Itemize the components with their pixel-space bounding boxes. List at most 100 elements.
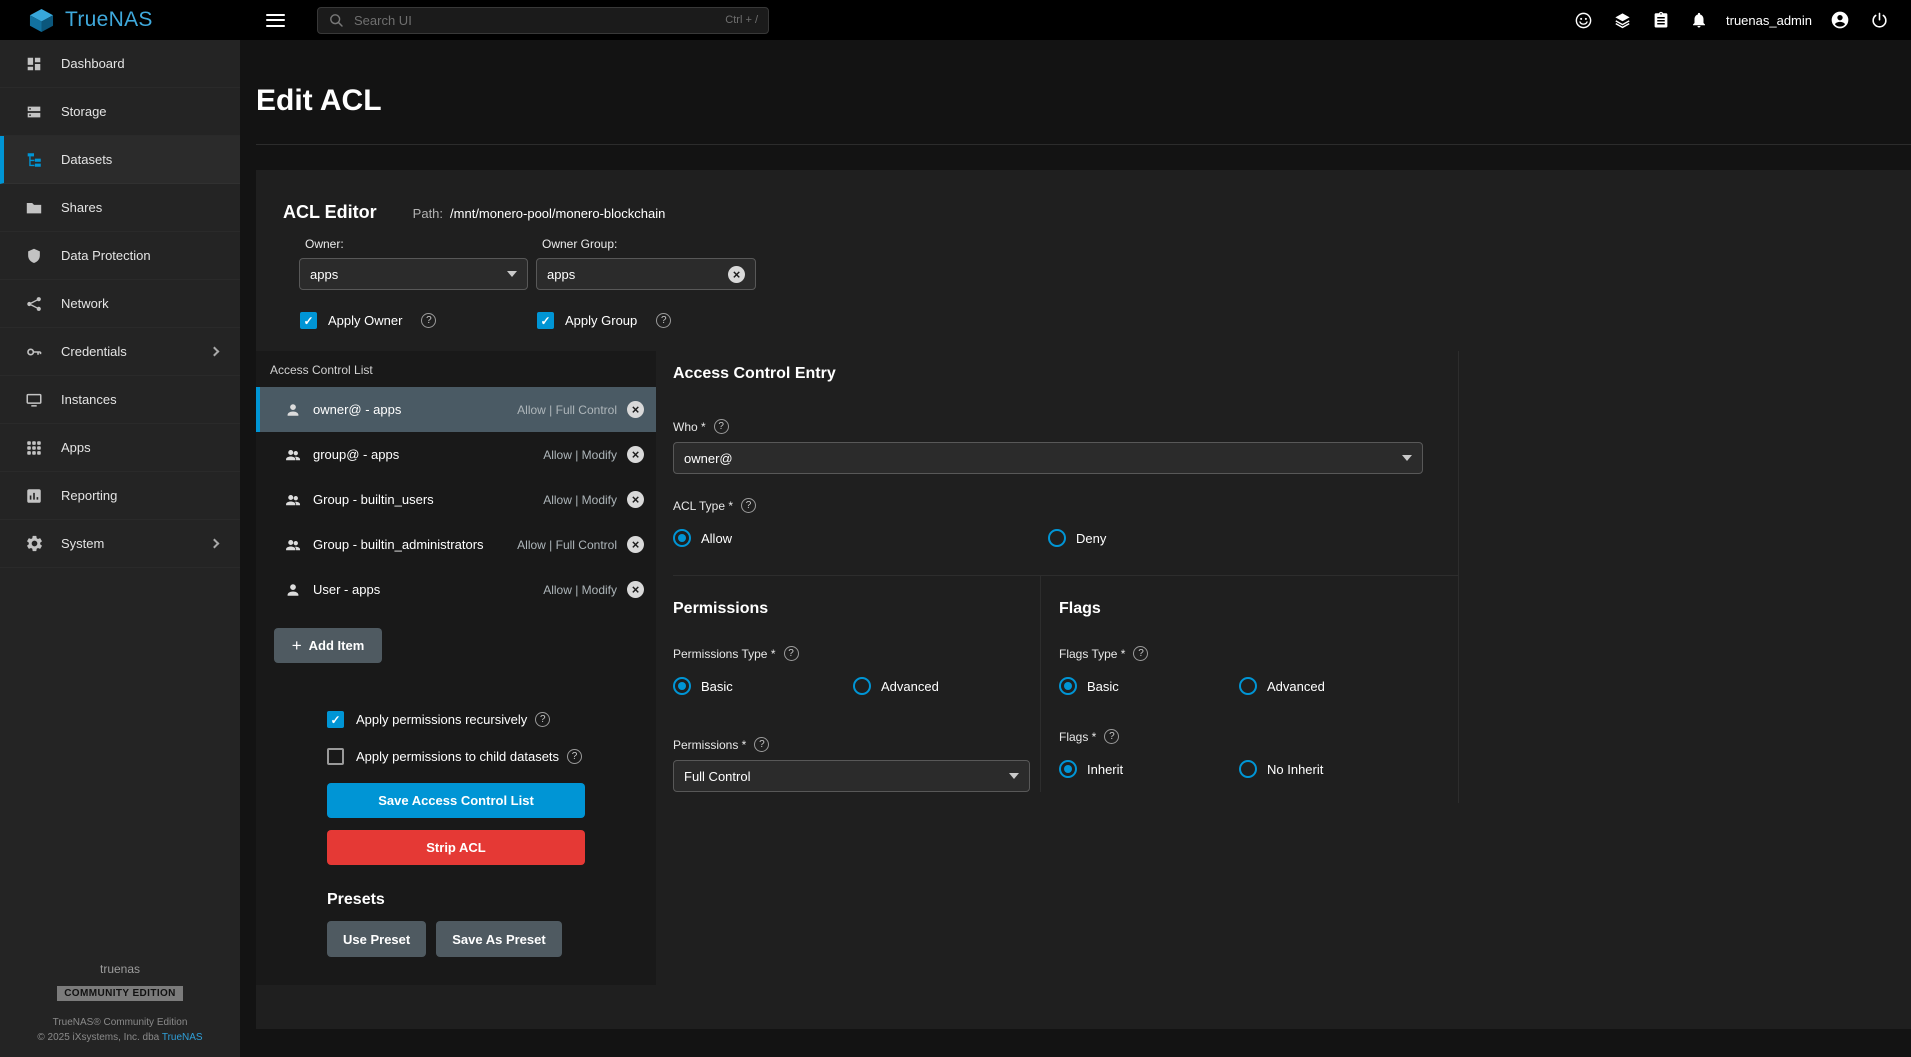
- sidebar-footer: truenas COMMUNITY EDITION TrueNAS® Commu…: [0, 962, 240, 1057]
- permissions-select[interactable]: Full Control: [673, 760, 1030, 792]
- vertical-divider: [1458, 351, 1459, 803]
- user-icon: [284, 581, 302, 599]
- add-item-button[interactable]: Add Item: [274, 628, 382, 663]
- strip-acl-button[interactable]: Strip ACL: [327, 830, 585, 865]
- radio-icon: [1239, 677, 1257, 695]
- apply-group-group: Apply Group: [537, 312, 766, 329]
- jobs-button[interactable]: [1646, 5, 1676, 35]
- copyright-text: © 2025 iXsystems, Inc. dba TrueNAS: [0, 1032, 240, 1043]
- clear-field-icon[interactable]: [728, 266, 745, 283]
- truecommand-button[interactable]: [1607, 5, 1638, 36]
- save-as-preset-button[interactable]: Save As Preset: [436, 921, 561, 957]
- help-icon[interactable]: [784, 646, 799, 661]
- edition-badge: COMMUNITY EDITION: [57, 986, 183, 1001]
- radio-permissions-advanced[interactable]: Advanced: [853, 677, 1033, 695]
- sidebar-item-credentials[interactable]: Credentials: [0, 328, 240, 376]
- dataset-path: Path:/mnt/monero-pool/monero-blockchain: [413, 206, 666, 221]
- owner-group-input[interactable]: apps: [536, 258, 756, 290]
- remove-entry-icon[interactable]: [627, 491, 644, 508]
- truenas-logo[interactable]: TrueNAS: [0, 8, 240, 33]
- radio-inherit[interactable]: Inherit: [1059, 760, 1239, 778]
- sidebar-item-label: Storage: [61, 104, 107, 119]
- sidebar-item-reporting[interactable]: Reporting: [0, 472, 240, 520]
- radio-allow[interactable]: Allow: [673, 529, 1048, 547]
- sidebar-item-dashboard[interactable]: Dashboard: [0, 40, 240, 88]
- user-menu-button[interactable]: [1824, 4, 1856, 36]
- gear-icon: [24, 534, 44, 553]
- sidebar-item-system[interactable]: System: [0, 520, 240, 568]
- child-datasets-checkbox-row: Apply permissions to child datasets: [327, 748, 585, 765]
- power-menu-button[interactable]: [1864, 5, 1895, 36]
- radio-flags-advanced[interactable]: Advanced: [1239, 677, 1419, 695]
- recursive-checkbox-row: Apply permissions recursively: [327, 711, 585, 728]
- sidebar-item-apps[interactable]: Apps: [0, 424, 240, 472]
- radio-permissions-basic[interactable]: Basic: [673, 677, 853, 695]
- page-title: Edit ACL: [256, 84, 1911, 118]
- help-icon[interactable]: [1133, 646, 1148, 661]
- remove-entry-icon[interactable]: [627, 446, 644, 463]
- sidebar-item-label: Apps: [61, 440, 91, 455]
- radio-icon: [1239, 760, 1257, 778]
- feedback-button[interactable]: [1568, 5, 1599, 36]
- sidebar-item-data-protection[interactable]: Data Protection: [0, 232, 240, 280]
- help-icon[interactable]: [535, 712, 550, 727]
- sidebar-item-instances[interactable]: Instances: [0, 376, 240, 424]
- sidebar-item-network[interactable]: Network: [0, 280, 240, 328]
- use-preset-button[interactable]: Use Preset: [327, 921, 426, 957]
- search-input[interactable]: [352, 12, 717, 29]
- apply-group-checkbox[interactable]: [537, 312, 554, 329]
- apply-recursively-checkbox[interactable]: [327, 711, 344, 728]
- dashboard-icon: [24, 55, 44, 73]
- apply-to-child-datasets-checkbox[interactable]: [327, 748, 344, 765]
- radio-no-inherit[interactable]: No Inherit: [1239, 760, 1419, 778]
- sidebar-item-label: Data Protection: [61, 248, 151, 263]
- who-select[interactable]: owner@: [673, 442, 1423, 474]
- group-icon: [284, 536, 302, 554]
- save-acl-button[interactable]: Save Access Control List: [327, 783, 585, 818]
- owner-select[interactable]: apps: [299, 258, 528, 290]
- flags-column: Flags Flags Type * Basic: [1040, 576, 1458, 792]
- sidebar: Dashboard Storage Datasets Shares Data P…: [0, 40, 240, 1057]
- help-icon[interactable]: [421, 313, 436, 328]
- sidebar-item-storage[interactable]: Storage: [0, 88, 240, 136]
- radio-flags-basic[interactable]: Basic: [1059, 677, 1239, 695]
- apply-recursively-label: Apply permissions recursively: [356, 712, 527, 727]
- sidebar-item-shares[interactable]: Shares: [0, 184, 240, 232]
- alerts-button[interactable]: [1684, 5, 1714, 35]
- remove-entry-icon[interactable]: [627, 581, 644, 598]
- smiley-icon: [1574, 11, 1593, 30]
- help-icon[interactable]: [741, 498, 756, 513]
- apply-checkboxes-row: Apply Owner Apply Group: [300, 312, 1911, 329]
- apps-grid-icon: [24, 439, 44, 457]
- radio-deny[interactable]: Deny: [1048, 529, 1423, 547]
- radio-icon: [673, 677, 691, 695]
- acl-entry-row[interactable]: group@ - apps Allow | Modify: [256, 432, 656, 477]
- sidebar-item-datasets[interactable]: Datasets: [0, 136, 240, 184]
- acl-entry-permission: Allow | Modify: [543, 583, 617, 597]
- title-divider: [256, 144, 1911, 145]
- help-icon[interactable]: [656, 313, 671, 328]
- sidebar-item-label: Network: [61, 296, 109, 311]
- group-icon: [284, 446, 302, 464]
- acl-entry-row[interactable]: owner@ - apps Allow | Full Control: [256, 387, 656, 432]
- acl-entry-row[interactable]: Group - builtin_administrators Allow | F…: [256, 522, 656, 567]
- help-icon[interactable]: [714, 419, 729, 434]
- truenas-link[interactable]: TrueNAS: [162, 1032, 203, 1043]
- acl-entry-permission: Allow | Full Control: [517, 403, 617, 417]
- remove-entry-icon[interactable]: [627, 401, 644, 418]
- acl-entry-row[interactable]: Group - builtin_users Allow | Modify: [256, 477, 656, 522]
- who-label: Who *: [673, 419, 1911, 434]
- truenas-app: TrueNAS Ctrl + / truenas_admi: [0, 0, 1911, 1057]
- search-bar[interactable]: Ctrl + /: [317, 7, 769, 34]
- sidebar-toggle-button[interactable]: [260, 8, 291, 33]
- acl-entry-row[interactable]: User - apps Allow | Modify: [256, 567, 656, 612]
- help-icon[interactable]: [754, 737, 769, 752]
- flags-heading: Flags: [1059, 600, 1458, 618]
- help-icon[interactable]: [1104, 729, 1119, 744]
- plus-icon: [292, 637, 302, 654]
- acl-entry-permission: Allow | Full Control: [517, 538, 617, 552]
- apply-owner-checkbox[interactable]: [300, 312, 317, 329]
- remove-entry-icon[interactable]: [627, 536, 644, 553]
- permissions-column: Permissions Permissions Type * Basic: [673, 576, 1040, 792]
- help-icon[interactable]: [567, 749, 582, 764]
